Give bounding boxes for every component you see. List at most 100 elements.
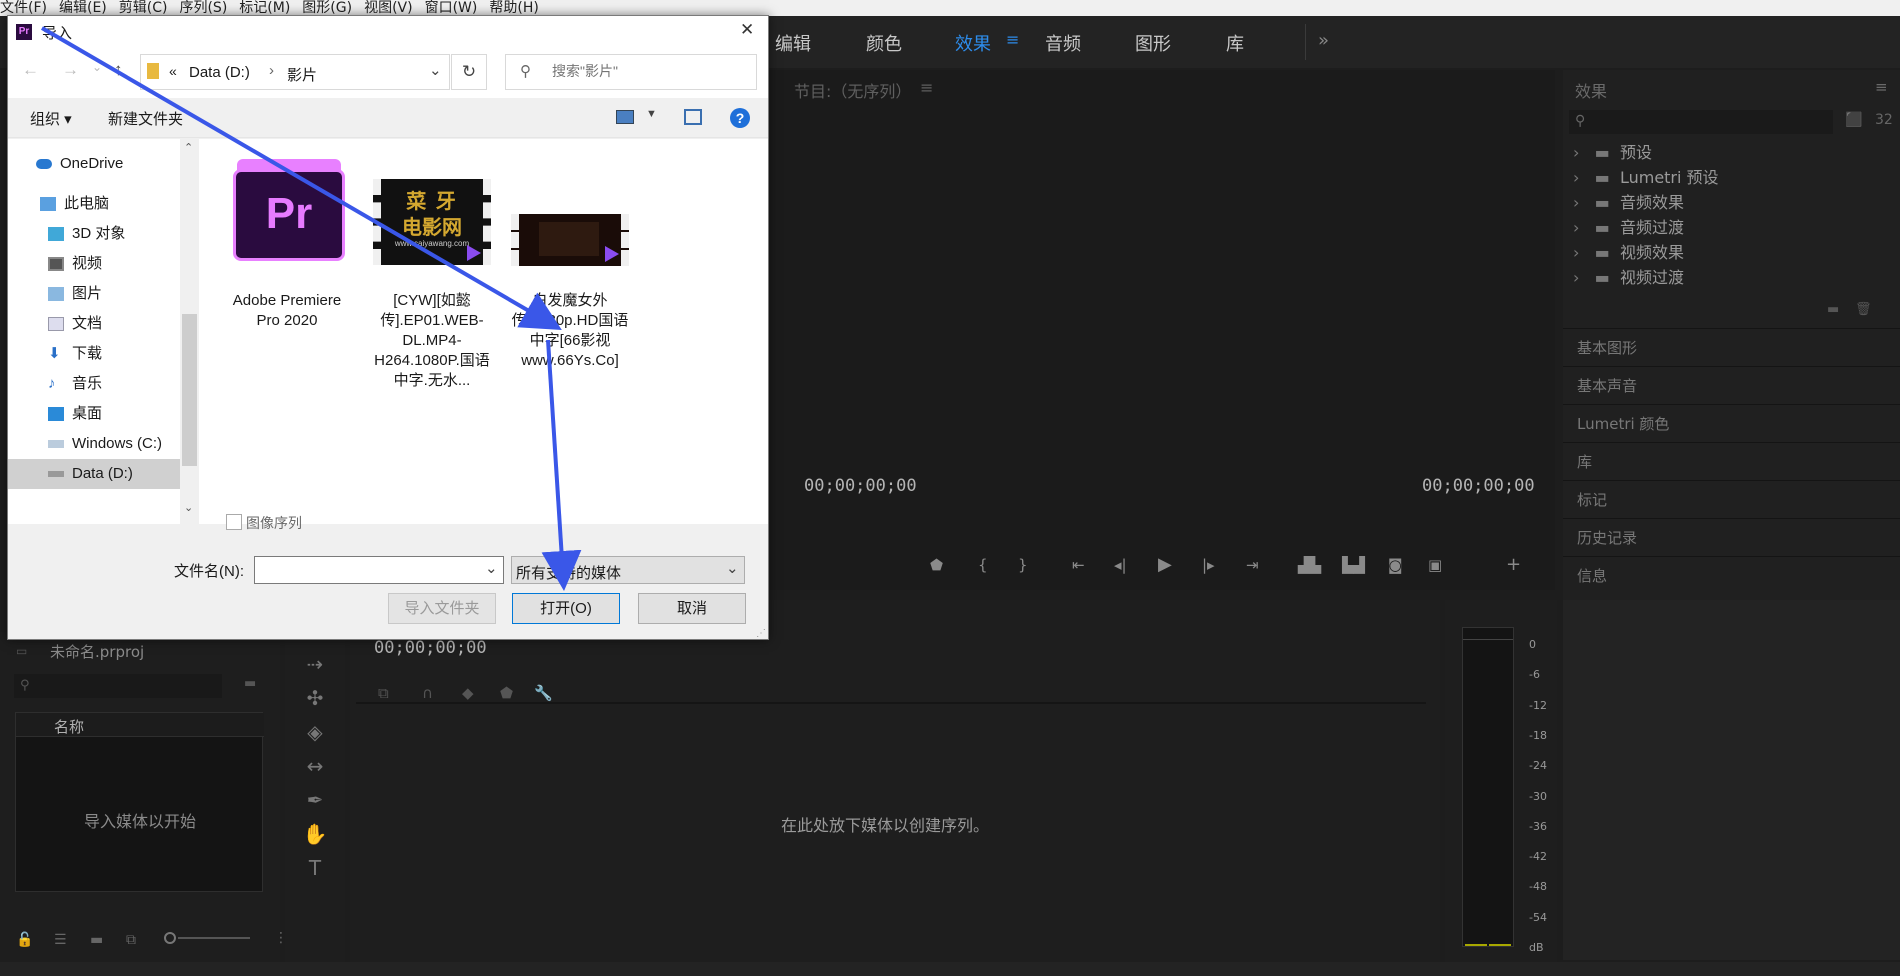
section-libraries[interactable]: 库 [1563,442,1900,480]
comparison-view-icon[interactable]: ▣ [1428,556,1442,574]
delete-icon[interactable]: 🗑 [1855,302,1872,317]
file-item-cyw-video[interactable]: 菜 牙 电影网 www.caiyawang.com [373,179,491,265]
help-icon[interactable]: ? [730,108,750,128]
section-essential-graphics[interactable]: 基本图形 [1563,328,1900,366]
recent-locations-icon[interactable]: ⌄ [92,60,102,74]
bin-icon[interactable]: ▬ [244,676,256,691]
view-dropdown-icon[interactable]: ▼ [646,108,657,120]
project-search-input[interactable]: ⚲ [14,674,222,698]
hand-icon[interactable]: ✋ [300,822,330,846]
effects-folder-presets[interactable]: › ▬ 预设 [1573,140,1893,165]
razor-icon[interactable]: ◈ [300,720,330,744]
filetype-select[interactable]: 所有支持的媒体 ⌄ [511,556,745,584]
add-marker-icon[interactable]: ⬟ [930,556,943,574]
effects-folder-lumetri-presets[interactable]: › ▬ Lumetri 预设 [1573,165,1893,190]
tab-audio[interactable]: 音频 [1045,30,1081,56]
mark-out-icon[interactable]: } [1018,556,1028,574]
view-options-icon[interactable] [616,110,634,124]
menu-item[interactable]: 编辑(E) [59,1,107,15]
export-frame-icon[interactable]: ◙ [1388,556,1403,574]
program-menu-icon[interactable]: ≡ [920,78,933,97]
slider-handle[interactable] [164,932,176,944]
nav-videos[interactable]: 视频 [8,249,180,279]
preview-pane-icon[interactable] [684,109,702,125]
add-marker-timeline-icon[interactable]: ◆ [462,684,474,702]
scroll-down-icon[interactable]: ⌄ [184,501,193,514]
section-info[interactable]: 信息 [1563,556,1900,594]
go-to-in-icon[interactable]: ⇤ [1072,556,1085,574]
breadcrumb-folder[interactable]: 影片 [287,64,317,85]
pen-icon[interactable]: ✒ [300,788,330,812]
track-select-icon[interactable]: ⇢ [300,652,330,676]
breadcrumb-arrow[interactable]: › [269,62,274,79]
new-bin-icon[interactable]: ▬ [1827,302,1839,317]
nav-music[interactable]: ♪ 音乐 [8,369,180,399]
cancel-button[interactable]: 取消 [638,593,746,624]
import-folder-button[interactable]: 导入文件夹 [388,593,496,624]
menu-item[interactable]: 帮助(H) [489,1,538,15]
nav-downloads[interactable]: ⬇ 下载 [8,339,180,369]
nav-documents[interactable]: 文档 [8,309,180,339]
mark-in-icon[interactable]: { [978,556,988,574]
effects-menu-icon[interactable]: ≡ [1875,78,1888,96]
linked-selection-icon[interactable]: ∩ [422,684,433,702]
type-icon[interactable]: T [300,856,330,880]
step-forward-icon[interactable]: |▸ [1202,556,1215,574]
file-item-baifa-video[interactable] [511,214,629,266]
breadcrumb-drive[interactable]: Data (D:) [189,64,250,81]
effects-folder-audio-effects[interactable]: › ▬ 音频效果 [1573,190,1893,215]
open-button[interactable]: 打开(O) [512,593,620,624]
effects-folder-audio-transitions[interactable]: › ▬ 音频过渡 [1573,215,1893,240]
scroll-up-icon[interactable]: ⌃ [184,141,193,154]
accelerated-effects-icon[interactable]: ⬛ [1845,112,1862,128]
program-title[interactable]: 节目:（无序列） [794,78,911,102]
image-sequence-checkbox[interactable] [226,514,242,530]
breadcrumb-overflow[interactable]: « [169,63,177,79]
address-dropdown-icon[interactable]: ⌄ [429,61,442,79]
menu-item[interactable]: 文件(F) [0,1,47,15]
nav-data-d[interactable]: Data (D:) [8,459,180,489]
freeform-view-icon[interactable]: ⧉ [126,932,136,948]
menu-item[interactable]: 标记(M) [239,1,290,15]
new-folder-button[interactable]: 新建文件夹 [108,108,183,129]
filename-dropdown-icon[interactable]: ⌄ [485,559,498,577]
scroll-thumb[interactable] [182,314,197,466]
nav-this-pc[interactable]: 此电脑 [8,189,180,219]
snap-icon[interactable]: ⧉ [378,684,389,702]
tab-edit[interactable]: 编辑 [775,30,811,56]
32bit-effects-icon[interactable]: 32 [1875,112,1893,128]
nav-scrollbar[interactable]: ⌃ ⌄ [180,139,199,524]
nav-windows-c[interactable]: Windows (C:) [8,429,180,459]
extract-icon[interactable]: ▙▟ [1342,556,1365,574]
menu-item[interactable]: 图形(G) [302,1,352,15]
workspace-menu-icon[interactable]: ≡ [1006,30,1019,49]
effects-folder-video-transitions[interactable]: › ▬ 视频过渡 [1573,265,1893,290]
nav-3d-objects[interactable]: 3D 对象 [8,219,180,249]
organize-button[interactable]: 组织 ▾ [30,108,72,129]
marker-icon[interactable]: ⬟ [500,684,513,702]
menu-item[interactable]: 序列(S) [179,1,227,15]
tab-effects[interactable]: 效果 [955,30,991,56]
nav-desktop[interactable]: 桌面 [8,399,180,429]
go-to-out-icon[interactable]: ⇥ [1246,556,1259,574]
play-icon[interactable]: ▶ [1158,554,1172,575]
up-folder-icon[interactable]: ↑ [114,60,123,80]
section-history[interactable]: 历史记录 [1563,518,1900,556]
address-bar[interactable]: « Data (D:) › 影片 ⌄ [140,54,450,90]
forward-icon[interactable]: → [62,60,79,80]
filename-field[interactable]: ⌄ [254,556,504,584]
column-name[interactable]: 名称 [54,716,84,737]
menu-item[interactable]: 窗口(W) [425,1,478,15]
close-icon[interactable]: ✕ [740,20,754,40]
effects-search-input[interactable]: ⚲ [1569,110,1833,134]
list-view-icon[interactable]: ☰ [54,932,67,948]
section-markers[interactable]: 标记 [1563,480,1900,518]
file-item-premiere[interactable]: Pr [233,159,345,304]
effects-folder-video-effects[interactable]: › ▬ 视频效果 [1573,240,1893,265]
ripple-edit-icon[interactable]: ✣ [300,686,330,710]
zoom-slider[interactable] [164,931,250,945]
resize-grip-icon[interactable]: ⋰ [756,628,766,639]
lift-icon[interactable]: ▟▙ [1298,556,1321,574]
refresh-icon[interactable]: ↻ [451,54,487,90]
nav-onedrive[interactable]: OneDrive [8,149,180,179]
